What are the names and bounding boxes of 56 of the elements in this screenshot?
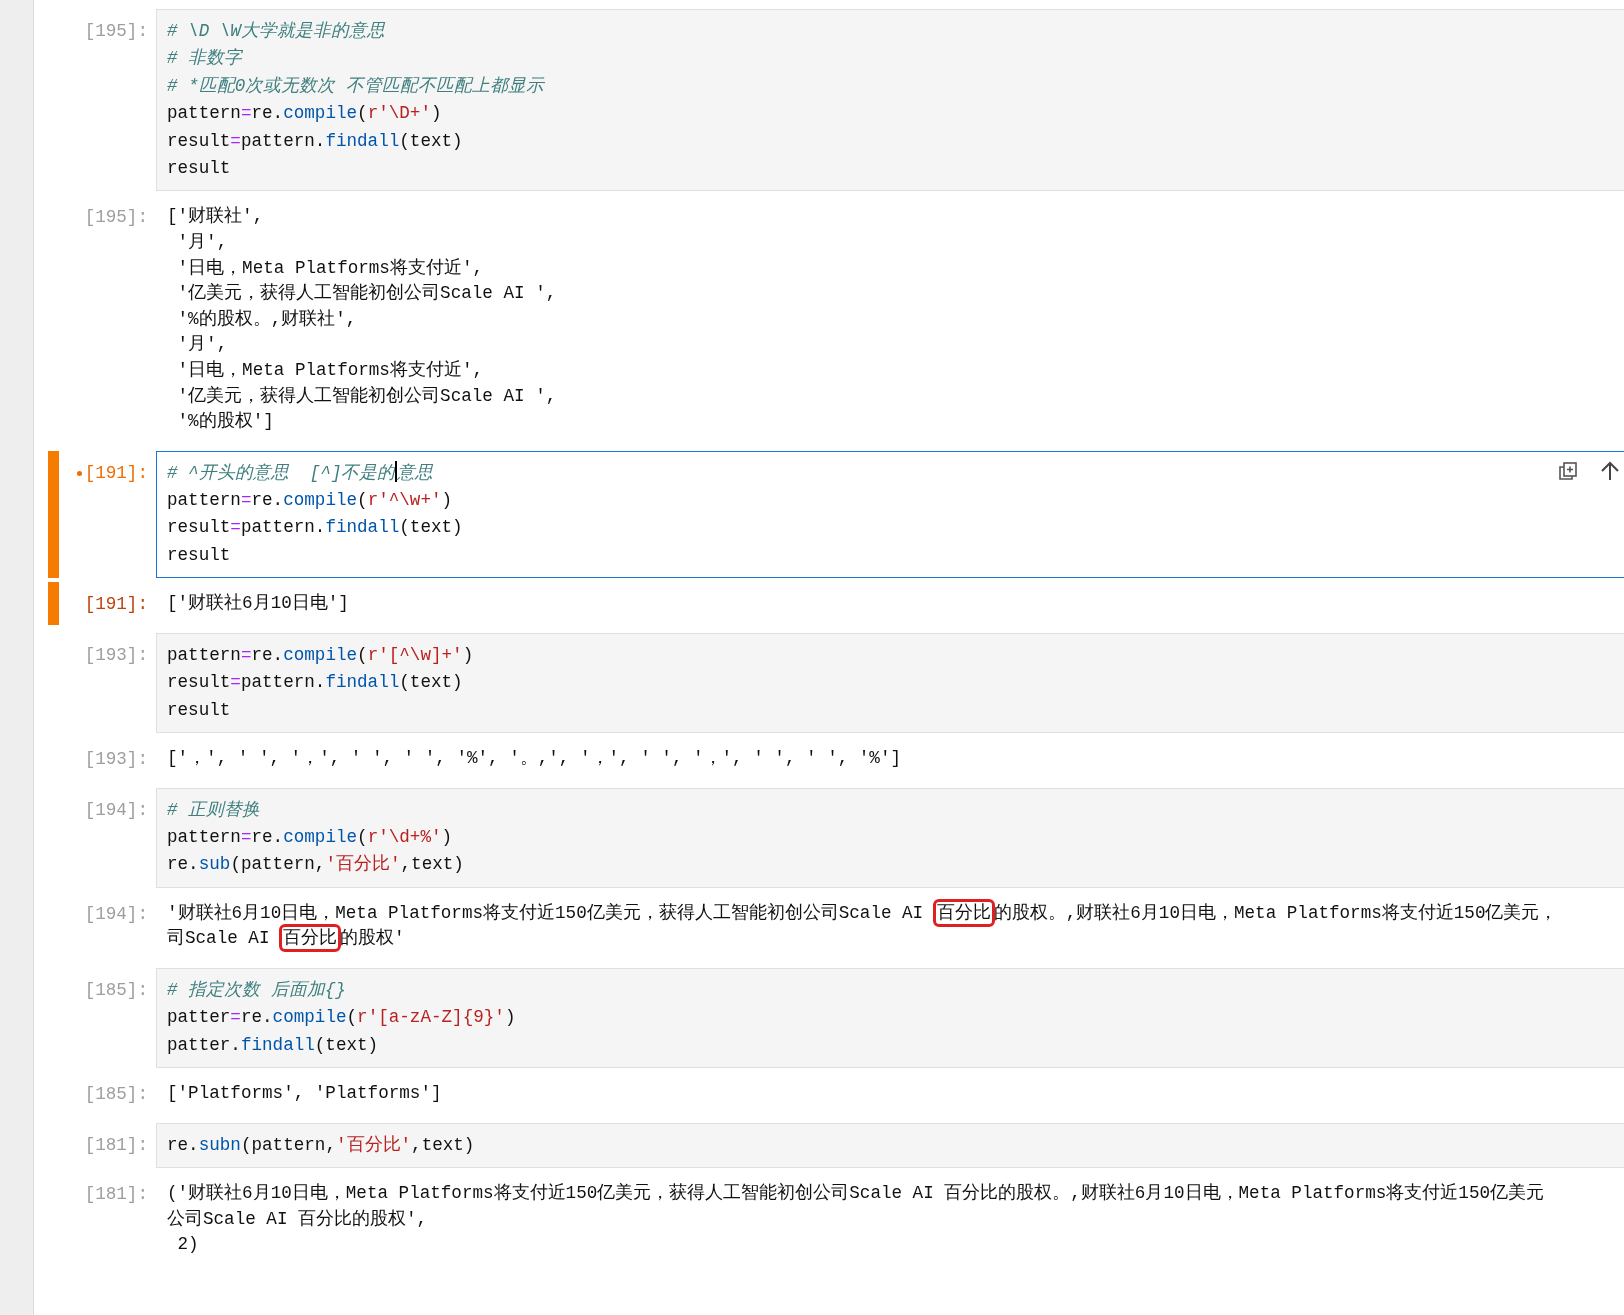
copy-icon[interactable] bbox=[1557, 459, 1579, 482]
input-prompt: [181]: bbox=[84, 1133, 148, 1157]
input-prompt: [193]: bbox=[84, 643, 148, 667]
code-line: result=pattern.findall(text) bbox=[167, 671, 463, 695]
code-line: result bbox=[167, 156, 231, 180]
code-line: patter.findall(text) bbox=[167, 1033, 379, 1057]
output-line: '亿美元，获得人工智能初创公司Scale AI ', bbox=[176, 384, 558, 408]
input-prompt: [185]: bbox=[84, 978, 148, 1002]
active-cell-bar bbox=[48, 582, 59, 625]
output-line: '亿美元，获得人工智能初创公司Scale AI ', bbox=[176, 282, 558, 306]
output-line: '财联社6月10日电，Meta Platforms将支付近150亿美元，获得人工智能初创公司Scale AI 百分比 的股权。,财联社6月10日电，Meta Platforms将支付近150亿美元， bbox=[167, 900, 1624, 927]
code-line: pattern=re.compile(r'^\w+') bbox=[167, 489, 453, 513]
code-line: # 指定次数 后面加{} bbox=[167, 978, 346, 1002]
output-line: ('财联社6月10日电，Meta Platforms将支付近150亿美元，获得人工智能初创公司Scale AI 百分比的股权。,财联社6月10日电，Meta Platforms将支付近150亿美元 bbox=[167, 1182, 1545, 1206]
output-line: '日电，Meta Platforms将支付近', bbox=[176, 358, 485, 382]
code-line: re.subn(pattern,'百分比',text) bbox=[167, 1133, 475, 1157]
code-cell[interactable]: # 指定次数 后面加{} patter=re.compile(r'[a-zA-Z]{9}') patter.findall(text) bbox=[156, 967, 1624, 1069]
output-prompt: [193]: bbox=[84, 748, 148, 771]
input-prompt: [195]: bbox=[84, 20, 148, 43]
code-line: # 正则替换 bbox=[167, 798, 261, 822]
output-prompt: [194]: bbox=[84, 902, 148, 926]
output-line: 2) bbox=[176, 1233, 200, 1257]
output-line: '日电，Meta Platforms将支付近', bbox=[176, 256, 485, 280]
code-line: result=pattern.findall(text) bbox=[167, 129, 463, 153]
output-prompt: [191]: bbox=[84, 593, 148, 617]
code-line: result bbox=[167, 698, 231, 722]
code-line: pattern=re.compile(r'\d+%') bbox=[167, 826, 453, 849]
code-cell[interactable]: pattern=re.compile(r'[^\w]+') result=pattern.findall(text) result bbox=[156, 632, 1624, 733]
output-line: '月', bbox=[176, 333, 229, 357]
output-line: ['财联社', bbox=[167, 205, 265, 229]
input-prompt: [194]: bbox=[84, 798, 148, 822]
code-cell[interactable]: re.subn(pattern,'百分比',text) bbox=[156, 1122, 1624, 1169]
code-line: re.sub(pattern,'百分比',text) bbox=[167, 853, 464, 877]
output-line: 公司Scale AI 百分比的股权', bbox=[167, 1207, 429, 1231]
output-line: ['，', ' ', '，', ' ', ' ', '%', '。,', '，', ' ', '，', ' ', ' ', '%'] bbox=[167, 747, 903, 770]
code-line: patter=re.compile(r'[a-zA-Z]{9}') bbox=[167, 1006, 516, 1030]
output-line: ['Platforms', 'Platforms'] bbox=[167, 1082, 443, 1106]
code-line: # *匹配0次或无数次 不管匹配不匹配上都显示 bbox=[167, 74, 544, 98]
code-line: # \D \W大学就是非的意思 bbox=[167, 20, 385, 43]
code-cell[interactable]: # \D \W大学就是非的意思 # 非数字 # *匹配0次或无数次 不管匹配不匹配上都显示 pattern=re.compile(r'\D+') result=pattern.findall(text) result bbox=[156, 9, 1624, 192]
code-line: # 非数字 bbox=[167, 47, 243, 71]
output-prompt: [181]: bbox=[84, 1183, 148, 1207]
code-line: result=pattern.findall(text) bbox=[167, 516, 463, 540]
code-line: pattern=re.compile(r'\D+') bbox=[167, 102, 442, 126]
input-prompt: [191]: bbox=[84, 461, 148, 485]
code-line: pattern=re.compile(r'[^\w]+') bbox=[167, 643, 474, 667]
move-up-icon[interactable] bbox=[1599, 459, 1621, 482]
output-line: ['财联社6月10日电'] bbox=[167, 592, 350, 616]
output-line: '%的股权'] bbox=[176, 410, 275, 434]
code-cell[interactable]: # 正则替换 pattern=re.compile(r'\d+%') re.sub(pattern,'百分比',text) bbox=[156, 787, 1624, 888]
output-prompt: [185]: bbox=[84, 1083, 148, 1107]
output-line: 司Scale AI 百分比 的股权' bbox=[167, 926, 1624, 952]
code-line: result bbox=[167, 543, 231, 567]
output-prompt: [195]: bbox=[84, 206, 148, 230]
output-line: '%的股权。,财联社', bbox=[176, 307, 358, 331]
output-line: '月', bbox=[176, 230, 229, 254]
